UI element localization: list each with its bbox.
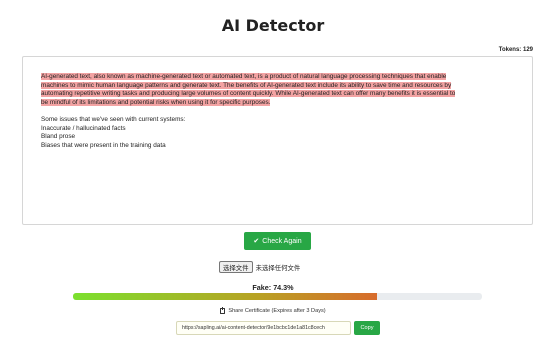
fake-score-bar: [73, 293, 482, 300]
page-title: AI Detector: [221, 16, 325, 35]
plain-paragraph: Some issues that we've seen with current…: [41, 116, 514, 150]
fake-score-fill: [73, 293, 377, 300]
share-certificate-label: Share Certificate (Expires after 3 Days): [228, 308, 326, 314]
ai-highlight: machines to mimic human language pattern…: [41, 81, 452, 89]
checkmark-icon: ✔: [253, 237, 260, 245]
fake-label-text: Fake:: [252, 283, 272, 292]
highlighted-paragraph: AI-generated text, also known as machine…: [41, 73, 514, 107]
token-count: Tokens: 129: [499, 47, 533, 53]
clipboard-icon: [220, 307, 226, 314]
check-again-label: Check Again: [262, 237, 302, 245]
editor-line: Inaccurate / hallucinated facts: [41, 124, 126, 132]
token-count-value: 129: [522, 47, 533, 53]
copy-button[interactable]: Copy: [354, 321, 380, 335]
editor-line: Biases that were present in the training…: [41, 141, 166, 149]
fake-percent: 74.3%: [273, 283, 294, 292]
certificate-url-field[interactable]: https://sapling.ai/ai-content-detector/9…: [176, 321, 351, 335]
editor-line: Bland prose: [41, 133, 76, 141]
share-certificate: Share Certificate (Expires after 3 Days): [0, 307, 546, 314]
ai-highlight: AI-generated text, also known as machine…: [41, 73, 447, 80]
editor-line: Some issues that we've seen with current…: [41, 115, 186, 123]
check-again-button[interactable]: ✔ Check Again: [244, 232, 311, 250]
ai-highlight: automating repetitive writing tasks and …: [41, 90, 456, 98]
editor-line: AI-generated text, also known as machine…: [41, 73, 514, 82]
choose-file-button[interactable]: 选择文件: [219, 261, 253, 273]
file-upload: 选择文件 未选择任何文件: [219, 261, 300, 273]
editor-line: be mindful of its limitations and potent…: [41, 98, 514, 108]
fake-score-label: Fake: 74.3%: [0, 283, 546, 292]
file-status: 未选择任何文件: [255, 263, 301, 272]
token-count-label: Tokens:: [498, 47, 522, 53]
ai-highlight: be mindful of its limitations and potent…: [41, 98, 271, 106]
editor-line: machines to mimic human language pattern…: [41, 81, 514, 91]
editor-line: automating repetitive writing tasks and …: [41, 90, 514, 99]
text-editor[interactable]: AI-generated text, also known as machine…: [22, 56, 533, 225]
